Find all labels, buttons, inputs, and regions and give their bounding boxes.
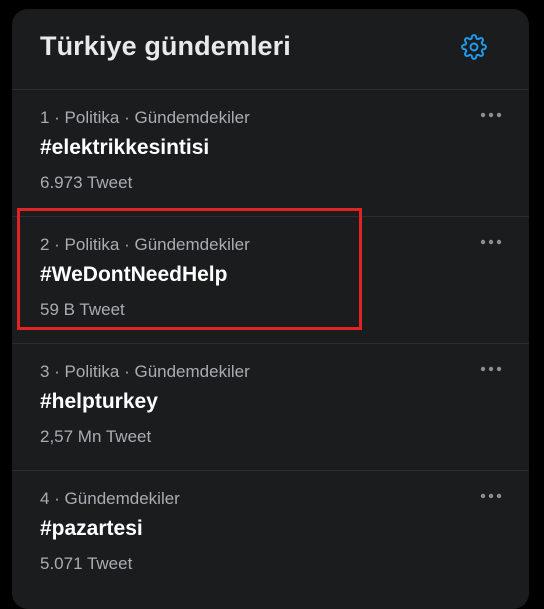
trend-tweet-count: 6.973 Tweet [40,173,133,192]
more-horizontal-icon [480,112,502,118]
trend-tweet-count: 59 B Tweet [40,300,125,319]
more-horizontal-icon [480,239,502,245]
more-horizontal-icon [480,366,502,372]
trend-item[interactable]: 3 · Politika · Gündemdekiler #helpturkey… [12,344,529,471]
more-button[interactable] [476,233,506,251]
trend-hashtag[interactable]: #pazartesi [40,517,143,541]
trend-hashtag[interactable]: #helpturkey [40,390,158,414]
trend-meta: 1 · Politika · Gündemdekiler [40,108,250,127]
settings-button[interactable] [458,31,490,63]
more-button[interactable] [476,360,506,378]
more-button[interactable] [476,487,506,505]
trend-item[interactable]: 4 · Gündemdekiler #pazartesi 5.071 Tweet [12,471,529,597]
trends-panel: Türkiye gündemleri 1 · Politika · Gündem… [12,9,529,609]
more-horizontal-icon [480,493,502,499]
trend-item[interactable]: 1 · Politika · Gündemdekiler #elektrikke… [12,90,529,217]
trend-tweet-count: 5.071 Tweet [40,554,133,573]
gear-icon [461,34,487,60]
trend-hashtag[interactable]: #WeDontNeedHelp [40,263,227,287]
trends-header: Türkiye gündemleri [12,9,529,90]
trend-hashtag[interactable]: #elektrikkesintisi [40,136,209,160]
trend-item[interactable]: 2 · Politika · Gündemdekiler #WeDontNeed… [12,217,529,344]
trend-meta: 4 · Gündemdekiler [40,489,180,508]
trend-meta: 2 · Politika · Gündemdekiler [40,235,250,254]
page-title: Türkiye gündemleri [40,31,291,61]
more-button[interactable] [476,106,506,124]
trend-tweet-count: 2,57 Mn Tweet [40,427,152,446]
trend-meta: 3 · Politika · Gündemdekiler [40,362,250,381]
